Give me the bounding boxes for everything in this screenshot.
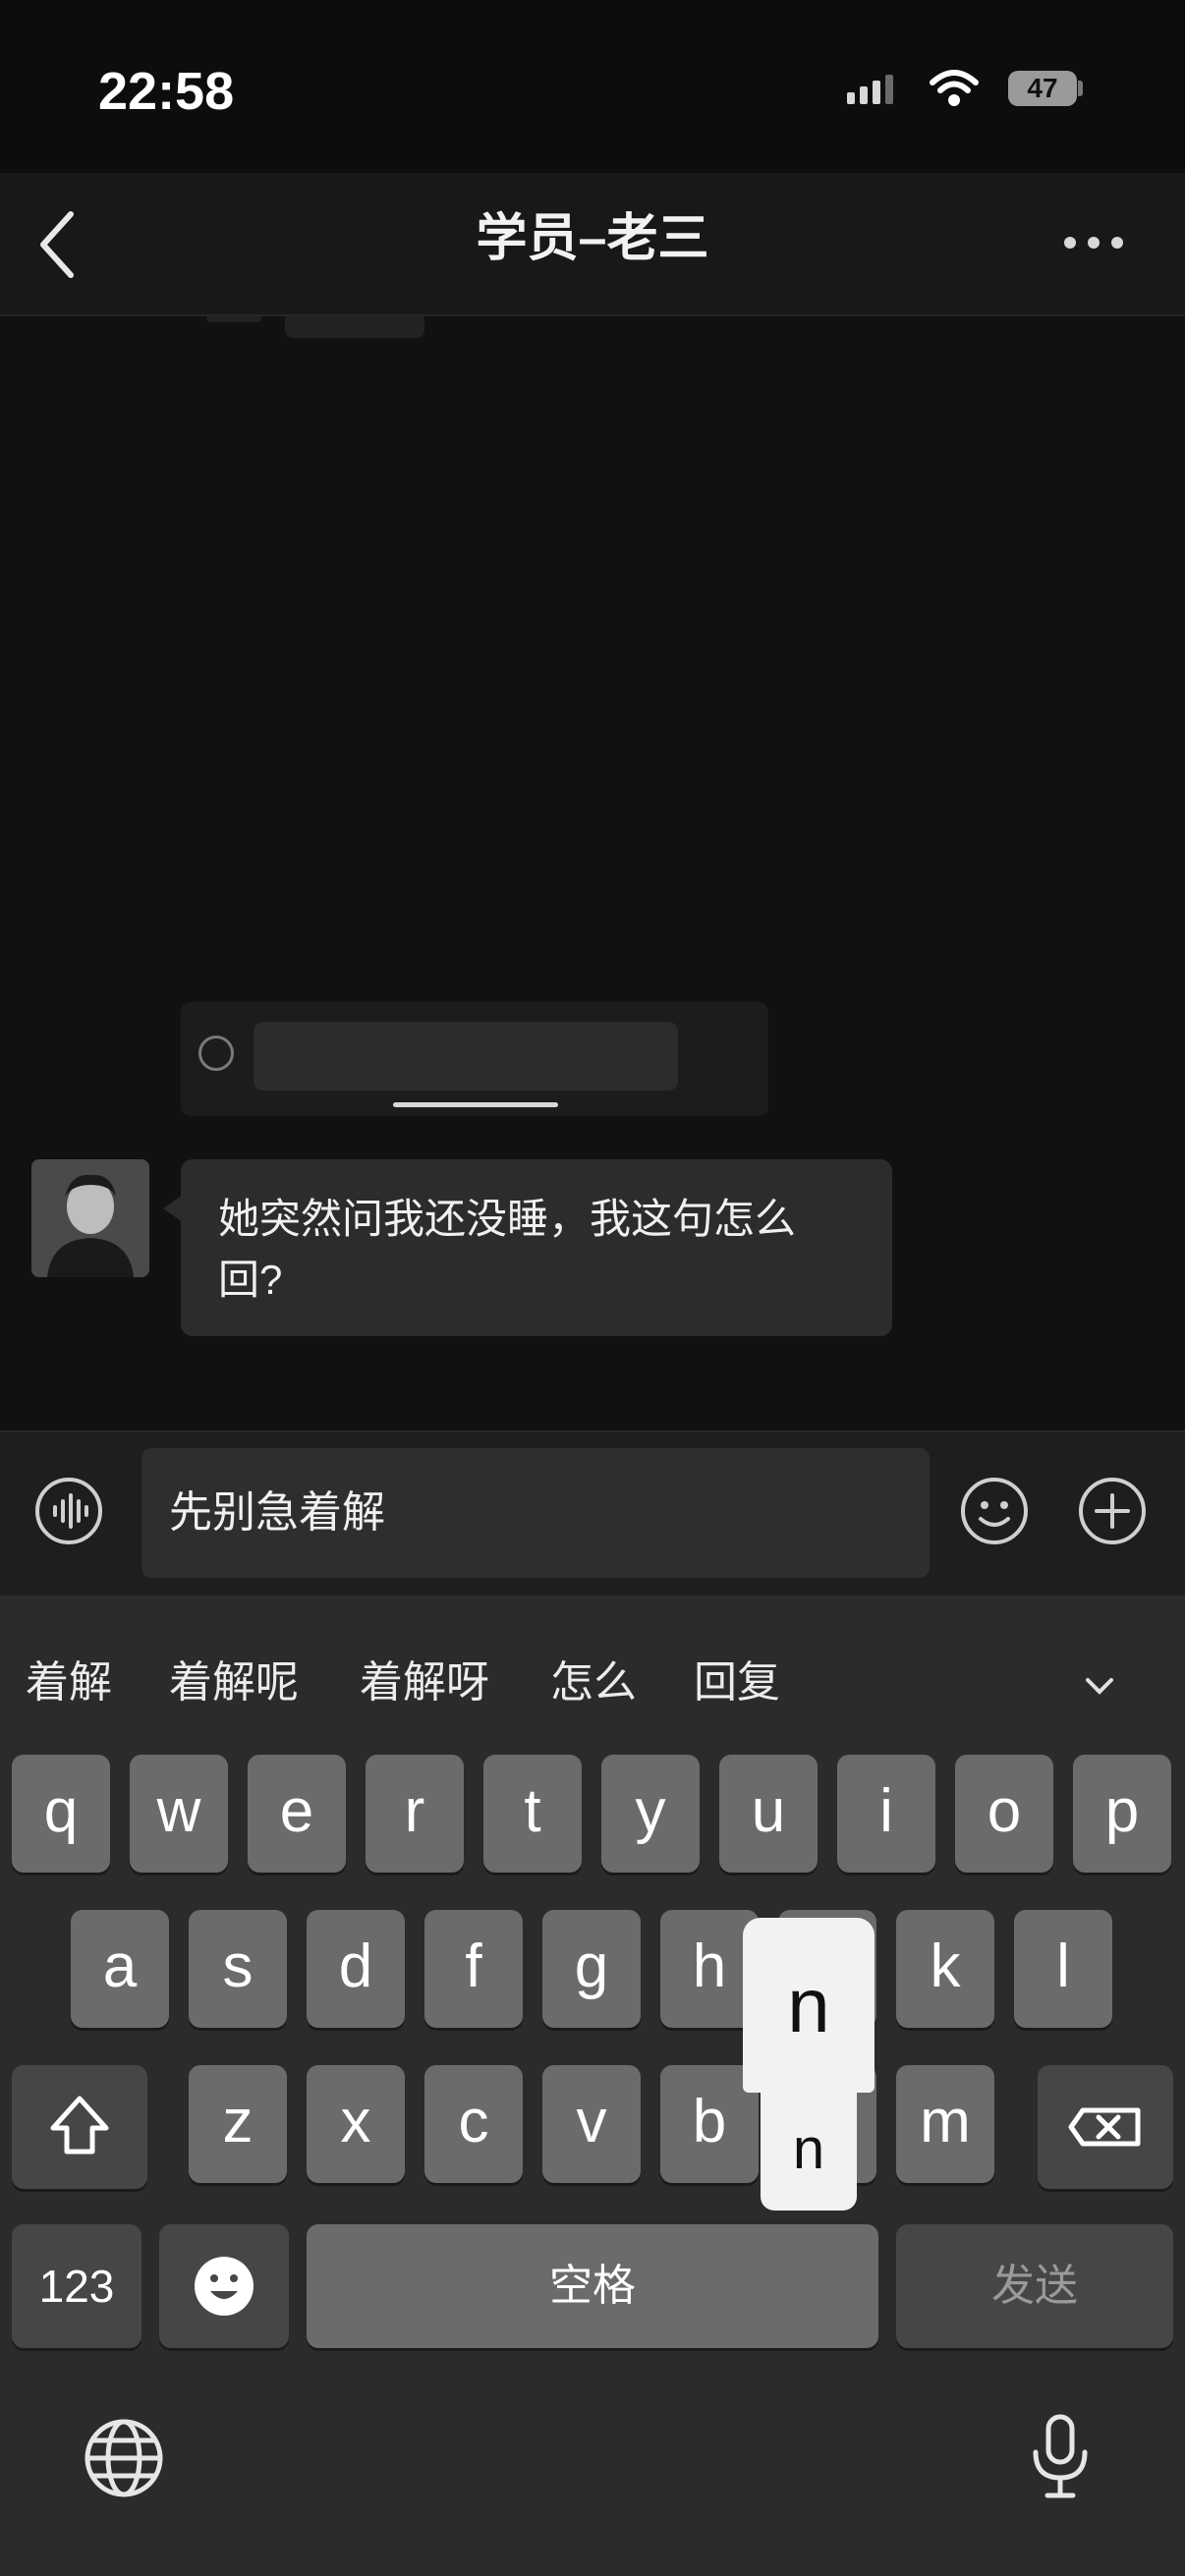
previous-message-fragment xyxy=(285,316,424,338)
key-f[interactable]: f xyxy=(424,1910,523,2028)
previous-message-fragment xyxy=(206,316,261,322)
message-input[interactable]: 先别急着解 xyxy=(141,1448,930,1578)
microphone-icon[interactable] xyxy=(1026,2413,1095,2501)
battery-tip xyxy=(1078,81,1083,96)
numbers-key[interactable]: 123 xyxy=(12,2224,141,2348)
key-a[interactable]: a xyxy=(71,1910,169,2028)
key-w[interactable]: w xyxy=(130,1755,228,1873)
message-bubble[interactable]: 她突然问我还没睡，我这句怎么回? xyxy=(181,1159,892,1336)
key-p[interactable]: p xyxy=(1073,1755,1171,1873)
more-options-icon[interactable] xyxy=(1063,236,1124,250)
candidate-word[interactable]: 着解 xyxy=(26,1647,112,1709)
backspace-icon xyxy=(1068,2107,1141,2147)
key-l[interactable]: l xyxy=(1014,1910,1112,2028)
candidate-word[interactable]: 着解呢 xyxy=(169,1647,299,1709)
key-y[interactable]: y xyxy=(601,1755,700,1873)
shift-key[interactable] xyxy=(12,2065,147,2189)
send-key[interactable]: 发送 xyxy=(896,2224,1173,2348)
quoted-message-underline xyxy=(393,1102,558,1107)
key-u[interactable]: u xyxy=(719,1755,818,1873)
add-plus-icon[interactable] xyxy=(1077,1476,1148,1546)
key-o[interactable]: o xyxy=(955,1755,1053,1873)
avatar-portrait xyxy=(31,1159,149,1277)
cellular-signal-icon xyxy=(847,75,893,104)
voice-input-icon[interactable] xyxy=(33,1476,104,1546)
chat-title: 学员–老三 xyxy=(476,210,709,267)
battery-indicator: 47 xyxy=(1008,71,1077,106)
key-d[interactable]: d xyxy=(307,1910,405,2028)
delete-key[interactable] xyxy=(1038,2065,1173,2189)
wifi-icon xyxy=(930,70,979,106)
key-press-popup: n xyxy=(743,1918,875,2093)
key-m[interactable]: m xyxy=(896,2065,994,2183)
key-i[interactable]: i xyxy=(837,1755,935,1873)
key-z[interactable]: z xyxy=(189,2065,287,2183)
emoji-face-icon xyxy=(195,2257,254,2316)
key-g[interactable]: g xyxy=(542,1910,641,2028)
chevron-down-icon[interactable] xyxy=(1085,1676,1114,1696)
key-e[interactable]: e xyxy=(248,1755,346,1873)
emoji-keyboard-key[interactable] xyxy=(159,2224,289,2348)
key-q[interactable]: q xyxy=(12,1755,110,1873)
quoted-message-placeholder xyxy=(254,1022,678,1091)
globe-icon[interactable] xyxy=(83,2417,165,2499)
status-time: 22:58 xyxy=(98,62,235,121)
space-key[interactable]: 空格 xyxy=(307,2224,878,2348)
key-v[interactable]: v xyxy=(542,2065,641,2183)
shift-arrow-icon xyxy=(50,2096,109,2155)
avatar[interactable] xyxy=(31,1159,149,1277)
key-x[interactable]: x xyxy=(307,2065,405,2183)
key-press-popup-stem: n xyxy=(761,2089,857,2211)
key-k[interactable]: k xyxy=(896,1910,994,2028)
candidate-word[interactable]: 怎么 xyxy=(550,1647,637,1709)
select-circle[interactable] xyxy=(198,1036,234,1071)
candidate-word[interactable]: 着解呀 xyxy=(360,1647,489,1709)
candidate-word[interactable]: 回复 xyxy=(694,1647,780,1709)
message-bubble-tail xyxy=(163,1195,183,1222)
key-s[interactable]: s xyxy=(189,1910,287,2028)
key-r[interactable]: r xyxy=(366,1755,464,1873)
key-t[interactable]: t xyxy=(483,1755,582,1873)
emoji-icon[interactable] xyxy=(959,1476,1030,1546)
key-c[interactable]: c xyxy=(424,2065,523,2183)
